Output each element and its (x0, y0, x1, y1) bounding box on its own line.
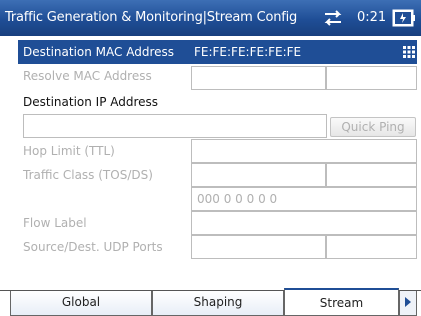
chevron-right-icon (405, 297, 411, 307)
udp-ports-label: Source/Dest. UDP Ports (23, 240, 163, 254)
keypad-icon[interactable] (403, 46, 415, 58)
traffic-class-bits-value: 000 0 0 0 0 0 (197, 192, 278, 206)
battery-icon[interactable] (392, 8, 416, 28)
flow-label-field (191, 211, 417, 235)
quick-ping-button[interactable]: Quick Ping (330, 117, 416, 137)
destination-mac-label: Destination MAC Address (23, 45, 175, 59)
udp-dest-port-field (326, 235, 417, 259)
tab-global[interactable]: Global (10, 291, 152, 316)
flow-label-label: Flow Label (23, 216, 87, 230)
network-activity-icon (324, 10, 342, 26)
traffic-class-field (191, 163, 326, 187)
destination-ip-label: Destination IP Address (23, 95, 159, 109)
destination-mac-value[interactable]: FE:FE:FE:FE:FE:FE (194, 45, 301, 59)
traffic-class-field-extra (326, 163, 417, 187)
clock: 0:21 (357, 10, 387, 25)
title-bar: Traffic Generation & Monitoring|Stream C… (0, 0, 421, 36)
destination-mac-row[interactable]: Destination MAC Address FE:FE:FE:FE:FE:F… (18, 40, 417, 64)
window-title: Traffic Generation & Monitoring|Stream C… (5, 10, 298, 25)
traffic-class-label: Traffic Class (TOS/DS) (23, 168, 153, 182)
udp-source-port-field (191, 235, 326, 259)
destination-ip-input[interactable] (23, 114, 327, 138)
traffic-class-bits-field: 000 0 0 0 0 0 (191, 187, 417, 211)
stream-config-screen: Traffic Generation & Monitoring|Stream C… (0, 0, 421, 316)
tab-scroll-right-button[interactable] (399, 291, 417, 316)
hop-limit-label: Hop Limit (TTL) (23, 144, 115, 158)
hop-limit-field (191, 139, 417, 163)
resolve-mac-field (191, 66, 326, 90)
tab-shaping[interactable]: Shaping (152, 291, 284, 316)
tab-bar: Global Shaping Stream (0, 286, 421, 316)
resolve-mac-label: Resolve MAC Address (23, 69, 152, 83)
tab-stream[interactable]: Stream (284, 288, 399, 316)
resolve-mac-field-extra (326, 66, 417, 90)
